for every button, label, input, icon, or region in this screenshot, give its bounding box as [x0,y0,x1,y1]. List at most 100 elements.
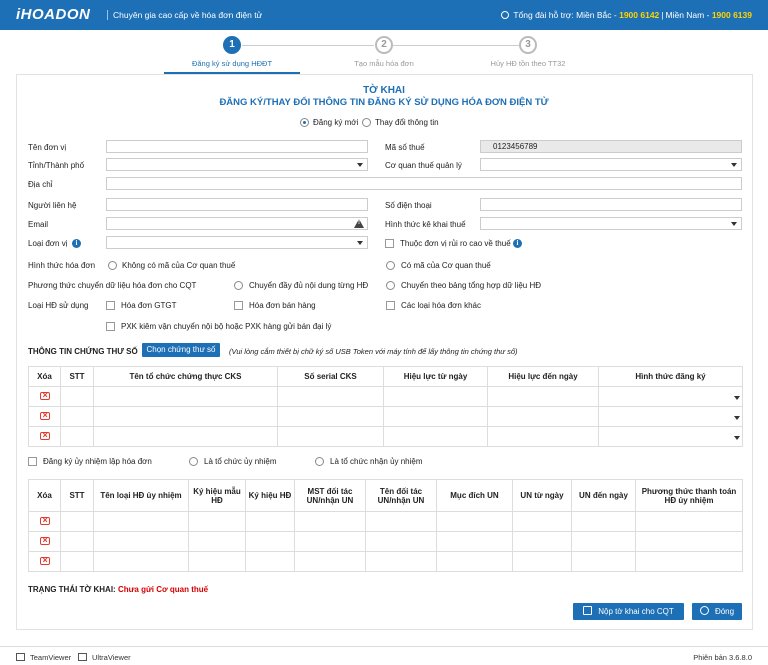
invoice-type-label: Loại HĐ sử dụng [28,301,89,310]
province-select[interactable] [106,158,368,171]
radio-summary-transfer[interactable] [386,281,395,290]
table-row [28,426,743,447]
step-3[interactable]: 3 Hủy HĐ tồn theo TT32 [468,36,588,68]
col-header: Hình thức đăng ký [598,366,743,387]
chevron-down-icon [734,396,740,400]
col-header: Hiệu lực từ ngày [383,366,488,387]
phone-north: 1900 6142 [619,10,660,20]
delegate-checkbox[interactable] [28,457,37,466]
choose-cert-button[interactable]: Chọn chứng thư số [142,343,220,357]
col-header: Xóa [28,366,61,387]
phone-south: 1900 6139 [711,10,752,20]
radio-delegating-org[interactable] [189,457,198,466]
receiving-org-label: Là tổ chức nhận ủy nhiệm [330,457,423,466]
pxk-label: PXK kiêm vận chuyển nội bộ hoặc PXK hàng… [121,322,332,331]
col-header: Mục đích UN [436,479,513,512]
status-value: Chưa gửi Cơ quan thuế [117,585,209,594]
close-button[interactable]: Đóng [692,603,742,620]
radio-change-label: Thay đổi thông tin [375,118,439,127]
other-invoice-label: Các loại hóa đơn khác [401,301,481,310]
warning-icon [354,219,364,228]
tax-code-input: 0123456789 [480,140,742,153]
delete-row-icon[interactable] [39,430,50,440]
phone-label: Số điện thoại [385,201,432,210]
without-code-label: Không có mã của Cơ quan thuế [122,261,236,270]
province-label: Tỉnh/Thành phố [28,161,85,170]
delete-row-icon[interactable] [39,535,50,545]
full-transfer-label: Chuyển đầy đủ nội dung từng HĐ [249,281,369,290]
submit-button[interactable]: Nộp tờ khai cho CQT [573,603,684,620]
col-header: Tên tổ chức chứng thực CKS [93,366,278,387]
col-header: UN đến ngày [571,479,636,512]
email-input[interactable] [106,217,368,230]
reg-type-select[interactable] [598,386,743,407]
ultraviewer-icon [78,653,87,661]
address-label: Địa chỉ [28,180,53,189]
wizard-steps: 1 Đăng ký sử dụng HĐĐT 2 Tạo mẫu hóa đơn… [0,32,768,74]
south-label: Miền Nam - [665,10,710,20]
table-row [28,531,743,552]
high-risk-checkbox[interactable] [385,239,394,248]
reg-type-select[interactable] [598,406,743,427]
tax-office-select[interactable] [480,158,742,171]
phone-input[interactable] [480,198,742,211]
reg-type-select[interactable] [598,426,743,447]
table-header-row: Xóa STT Tên tổ chức chứng thực CKS Số se… [28,366,743,387]
unit-type-select[interactable] [106,236,368,249]
step-number: 2 [375,36,393,54]
table-row [28,406,743,427]
cert-note: (Vui lòng cắm thiết bị chữ ký số USB Tok… [229,347,518,356]
radio-new-registration[interactable] [300,118,309,127]
teamviewer-icon [16,653,25,661]
declaration-status: TRẠNG THÁI TỜ KHAI: Chưa gửi Cơ quan thu… [28,585,208,594]
footer: TeamViewer UltraViewer Phiên bản 3.6.8.0 [0,646,768,665]
logo[interactable]: iHOADON [16,6,90,23]
chevron-down-icon [357,163,363,167]
radio-change-info[interactable] [362,118,371,127]
tax-declaration-select[interactable] [480,217,742,230]
pxk-checkbox[interactable] [106,322,115,331]
contact-person-input[interactable] [106,198,368,211]
with-code-label: Có mã của Cơ quan thuế [401,261,491,270]
delete-row-icon[interactable] [39,390,50,400]
close-button-label: Đóng [714,607,735,616]
teamviewer-label: TeamViewer [30,653,72,662]
tax-office-label: Cơ quan thuế quản lý [385,161,462,170]
col-header: Ký hiệu HĐ [245,479,295,512]
other-invoice-checkbox[interactable] [386,301,395,310]
company-name-input[interactable] [106,140,368,153]
sales-invoice-label: Hóa đơn bán hàng [249,301,316,310]
table-header-row: Xóa STT Tên loại HĐ ủy nhiệm Ký hiệu mẫu… [28,479,743,512]
ultraviewer-link[interactable]: UltraViewer [78,653,131,662]
col-header: Tên loại HĐ ủy nhiệm [93,479,189,512]
step-1[interactable]: 1 Đăng ký sử dụng HĐĐT [164,36,300,74]
col-header: MST đối tác UN/nhận UN [294,479,366,512]
delete-row-icon[interactable] [39,515,50,525]
col-header: UN từ ngày [512,479,572,512]
top-bar: iHOADON Chuyên gia cao cấp về hóa đơn đi… [0,0,768,30]
radio-receiving-org[interactable] [315,457,324,466]
address-input[interactable] [106,177,742,190]
cert-section-title: THÔNG TIN CHỨNG THƯ SỐ [28,347,138,356]
step-2[interactable]: 2 Tạo mẫu hóa đơn [324,36,444,68]
radio-with-code[interactable] [386,261,395,270]
summary-transfer-label: Chuyển theo bảng tổng hợp dữ liệu HĐ [401,281,542,290]
tax-code-label: Mã số thuế [385,143,425,152]
tax-declaration-label: Hình thức kê khai thuế [385,220,466,229]
delete-row-icon[interactable] [39,555,50,565]
radio-full-transfer[interactable] [234,281,243,290]
delete-row-icon[interactable] [39,410,50,420]
sales-invoice-checkbox[interactable] [234,301,243,310]
status-label: TRẠNG THÁI TỜ KHAI: [28,585,116,594]
vat-invoice-checkbox[interactable] [106,301,115,310]
col-header: Xóa [28,479,61,512]
col-header: Ký hiệu mẫu HĐ [188,479,246,512]
radio-without-code[interactable] [108,261,117,270]
step-number: 3 [519,36,537,54]
teamviewer-link[interactable]: TeamViewer [16,653,71,662]
close-icon [699,606,709,615]
table-row [28,511,743,532]
info-icon[interactable]: i [513,239,522,248]
form-subtitle: ĐĂNG KÝ/THAY ĐỔI THÔNG TIN ĐĂNG KÝ SỬ DỤ… [219,97,549,108]
info-icon[interactable]: i [72,239,81,248]
